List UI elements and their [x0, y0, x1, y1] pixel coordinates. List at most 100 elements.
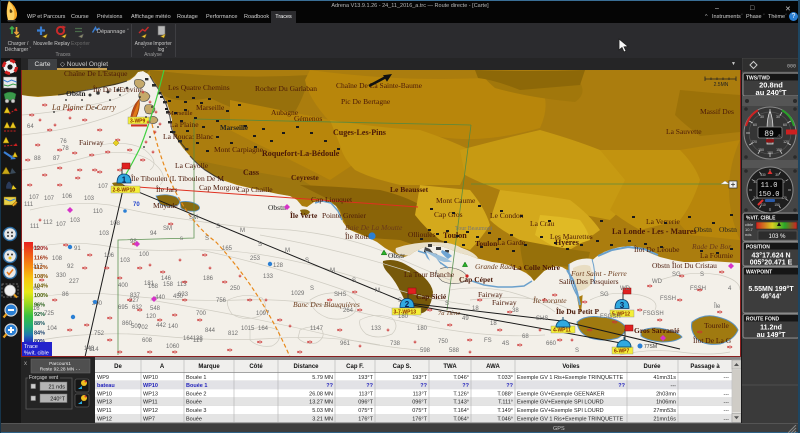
svg-text:752: 752	[94, 331, 105, 337]
svg-text:21 nds: 21 nds	[48, 385, 65, 391]
svg-text:SM: SM	[163, 226, 172, 232]
svg-text:30: 30	[760, 115, 764, 119]
svg-text:S: S	[700, 272, 704, 278]
svg-text:La Sauvette: La Sauvette	[666, 127, 702, 136]
svg-text:Moyade: Moyade	[153, 201, 178, 210]
svg-text:nds: nds	[745, 232, 751, 237]
svg-text:103: 103	[70, 218, 81, 224]
svg-text:11.2nd: 11.2nd	[760, 325, 782, 332]
svg-text:---: ---	[724, 375, 730, 381]
svg-text:264: 264	[343, 308, 354, 314]
svg-text:Exemple GV 1 Ris+Exemple TRINQ: Exemple GV 1 Ris+Exemple TRINQUETTE	[517, 375, 623, 381]
svg-text:27mn53s: 27mn53s	[653, 408, 676, 414]
svg-text:Pointe Grenier: Pointe Grenier	[322, 211, 366, 220]
svg-text:253: 253	[250, 256, 261, 262]
svg-text:30: 30	[775, 173, 779, 177]
svg-text:??: ??	[420, 383, 427, 389]
svg-text:106: 106	[62, 194, 73, 200]
svg-text:116%: 116%	[34, 255, 48, 261]
svg-text:M: M	[240, 228, 245, 234]
svg-text:WP11: WP11	[97, 408, 112, 414]
svg-text:S: S	[205, 236, 209, 242]
svg-text:Mont Caume: Mont Caume	[436, 196, 476, 205]
svg-text:---: ---	[724, 408, 730, 414]
svg-text:La Garde: La Garde	[497, 238, 526, 247]
svg-text:107: 107	[56, 222, 67, 228]
svg-text:30: 30	[776, 115, 780, 119]
svg-text:193°T: 193°T	[358, 375, 373, 381]
svg-text:??: ??	[618, 383, 625, 389]
svg-text:844: 844	[205, 328, 216, 334]
svg-text:T.033°: T.033°	[497, 375, 513, 381]
svg-text:Exemple GV+Exemple GEENAKER: Exemple GV+Exemple GEENAKER	[517, 391, 605, 397]
svg-text:S: S	[398, 298, 402, 304]
svg-text:3-WP9: 3-WP9	[130, 119, 146, 125]
svg-text:POSITION: POSITION	[746, 245, 770, 251]
svg-text:120: 120	[146, 314, 157, 320]
svg-text:112: 112	[43, 220, 53, 226]
svg-text:111: 111	[30, 224, 40, 230]
svg-text:193°T: 193°T	[412, 375, 427, 381]
svg-text:150.0: 150.0	[758, 191, 779, 199]
svg-text:La Plaine De Carry: La Plaine De Carry	[51, 103, 116, 112]
svg-text:227: 227	[69, 279, 80, 285]
svg-text:000: 000	[787, 64, 796, 70]
svg-text:4-WP11: 4-WP11	[553, 328, 571, 334]
svg-text:La Verrerie: La Verrerie	[646, 217, 680, 226]
svg-text:88: 88	[34, 156, 41, 162]
svg-text:Hyères: Hyères	[555, 238, 579, 247]
svg-text:588: 588	[449, 348, 460, 354]
svg-text:096°T: 096°T	[412, 400, 427, 406]
svg-text:WP7: WP7	[143, 416, 155, 422]
svg-text:Massif Des: Massif Des	[700, 107, 734, 116]
svg-text:Îlot De Léoube: Îlot De Léoube	[634, 244, 680, 254]
svg-text:103: 103	[99, 231, 110, 237]
svg-text:442: 442	[156, 323, 167, 329]
svg-text:1060: 1060	[166, 344, 180, 350]
svg-text:au 149°T: au 149°T	[757, 331, 787, 339]
svg-text:SHS: SHS	[334, 292, 346, 298]
svg-text:TWA: TWA	[443, 364, 457, 370]
svg-text:Gémenos: Gémenos	[294, 114, 322, 123]
svg-text:107: 107	[98, 184, 109, 190]
svg-text:1029: 1029	[291, 291, 305, 297]
svg-text:T.046°: T.046°	[497, 416, 513, 422]
svg-text:Obstn: Obstn	[66, 89, 86, 98]
svg-text:89: 89	[764, 130, 774, 139]
svg-text:180: 180	[767, 151, 773, 155]
svg-text:075°T: 075°T	[412, 408, 427, 414]
svg-text:S: S	[445, 301, 449, 307]
svg-text:S: S	[310, 286, 314, 292]
svg-text:Bouée 1: Bouée 1	[186, 375, 207, 381]
svg-text:Pic De Bertagne: Pic De Bertagne	[341, 97, 391, 106]
svg-text:87: 87	[53, 156, 60, 162]
svg-text:104%: 104%	[34, 284, 48, 290]
svg-text:Les Quatre Chemins: Les Quatre Chemins	[168, 83, 230, 92]
svg-text:Cap Gros: Cap Gros	[434, 210, 463, 219]
svg-text:Île Verte: Île Verte	[290, 210, 318, 220]
svg-text:88%: 88%	[34, 321, 45, 327]
svg-text:21mn16s: 21mn16s	[653, 416, 676, 422]
svg-text:La Colle Noire: La Colle Noire	[513, 263, 561, 272]
svg-text:113°T: 113°T	[413, 391, 428, 397]
svg-text:S: S	[216, 224, 220, 230]
svg-text:18: 18	[472, 306, 479, 312]
svg-text:92: 92	[67, 264, 74, 270]
svg-text:WD: WD	[620, 286, 631, 292]
svg-text:250: 250	[230, 286, 241, 292]
svg-text:2: 2	[405, 300, 410, 309]
svg-text:120: 120	[783, 140, 789, 144]
svg-text:107: 107	[44, 196, 55, 202]
svg-text:Tourelle: Tourelle	[704, 321, 730, 330]
svg-text:176°T: 176°T	[412, 416, 427, 422]
svg-text:7a Tiène: 7a Tiène	[438, 310, 460, 317]
svg-text:Île: Île	[713, 303, 721, 310]
svg-text:Rocher Du Garlaban: Rocher Du Garlaban	[255, 84, 317, 93]
svg-text:La Cayolle: La Cayolle	[175, 161, 209, 170]
svg-text:Île Jars: Île Jars	[156, 184, 178, 194]
svg-text:Le Condon: Le Condon	[490, 211, 524, 220]
svg-text:SM: SM	[189, 215, 198, 221]
svg-text:%vit. cible: %vit. cible	[24, 351, 49, 357]
svg-text:133: 133	[371, 326, 382, 332]
svg-text:150: 150	[758, 148, 764, 152]
